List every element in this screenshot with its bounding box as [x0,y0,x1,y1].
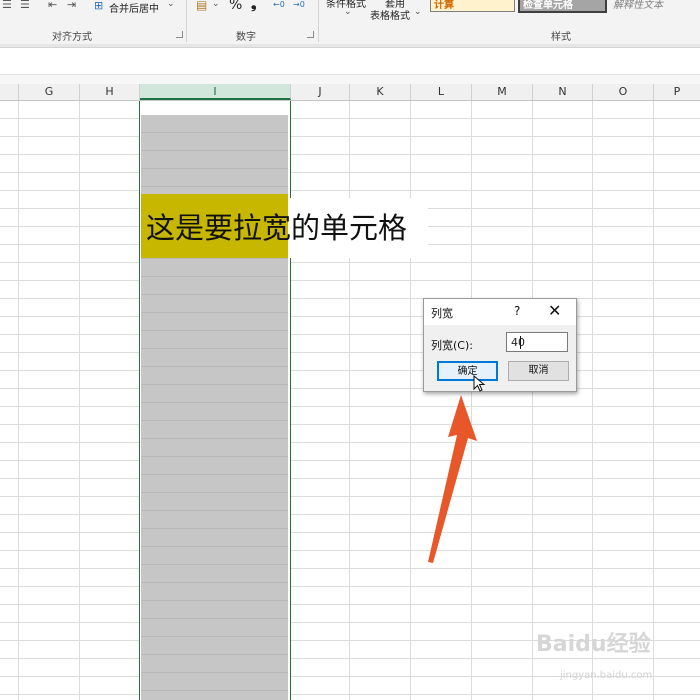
gridline [349,101,350,700]
watermark-logo: Baidu经验 [536,632,651,657]
style-explanatory-text[interactable]: 解释性文本 [610,0,699,11]
comma-style-button[interactable]: ❟ [251,0,257,12]
align-left-icon[interactable]: ☰ [2,0,12,11]
column-header-l[interactable]: L [411,84,472,100]
align-right-icon[interactable]: ☰ [20,0,30,11]
column-header-m[interactable]: M [472,84,533,100]
decrease-indent-icon[interactable]: ⇤ [48,0,57,11]
gridline [592,101,593,700]
text-caret [520,336,521,349]
gridline [18,101,19,700]
style-check-cell[interactable]: 检查单元格 [518,0,607,13]
ribbon: ☰ ☰ ⇤ ⇥ ⊞ 合并后居中 ⌄ 对齐方式 ▤ ⌄ % ❟ ←0 →0 数字 … [0,0,700,44]
number-group-label: 数字 [236,32,256,43]
gridline [653,101,654,700]
number-dialog-launcher-icon[interactable] [307,31,314,38]
alignment-dialog-launcher-icon[interactable] [176,31,183,38]
column-header-h[interactable]: H [80,84,140,100]
help-icon[interactable]: ? [514,304,520,318]
group-divider [186,0,187,42]
gridline [532,101,533,700]
decrease-decimal-button[interactable]: →0 [293,0,305,9]
increase-decimal-button[interactable]: ←0 [273,0,285,9]
chevron-down-icon[interactable]: ⌄ [167,0,175,9]
column-header-o[interactable]: O [593,84,654,100]
gridline [410,101,411,700]
column-header-n[interactable]: N [533,84,593,100]
column-header-j[interactable]: J [291,84,350,100]
column-header-i[interactable]: I [140,84,291,100]
column-header-g[interactable]: G [19,84,80,100]
merge-center-button[interactable]: 合并后居中 [109,0,159,15]
style-calc-cell[interactable]: 计算 [430,0,515,12]
column-header-p[interactable]: P [654,84,700,100]
column-width-label: 列宽(C): [431,339,473,352]
close-icon[interactable]: ✕ [548,302,561,320]
watermark-url: jingyan.baidu.com [560,670,653,681]
chevron-down-icon[interactable]: ⌄ [414,7,422,17]
gridline [79,101,80,700]
formula-bar-area [0,48,700,74]
cancel-button[interactable]: 取消 [508,361,569,381]
accounting-format-icon[interactable]: ▤ [196,0,207,12]
column-width-dialog: 列宽 ? ✕ 列宽(C): 40 确定 取消 [423,298,577,392]
column-width-input[interactable]: 40 [506,332,568,352]
group-divider [318,0,319,42]
worksheet-grid[interactable] [0,101,700,700]
column-header-k[interactable]: K [350,84,411,100]
chevron-down-icon[interactable]: ⌄ [212,0,220,9]
cell-text: 这是要拉宽的单元格 [146,211,408,245]
column-header-partial[interactable] [0,84,19,100]
annotation-arrow-icon [428,395,477,563]
increase-indent-icon[interactable]: ⇥ [67,0,76,11]
column-header-bar: G H I J K L M N O P [0,84,700,101]
merge-center-icon[interactable]: ⊞ [94,0,103,12]
chevron-down-icon[interactable]: ⌄ [344,7,352,17]
percent-style-button[interactable]: % [229,0,242,13]
format-as-table-button[interactable]: 表格格式 [370,7,410,22]
dialog-title: 列宽 [431,307,453,320]
ok-button[interactable]: 确定 [437,361,498,381]
alignment-group-label: 对齐方式 [52,32,92,43]
styles-group-label: 样式 [551,32,571,43]
